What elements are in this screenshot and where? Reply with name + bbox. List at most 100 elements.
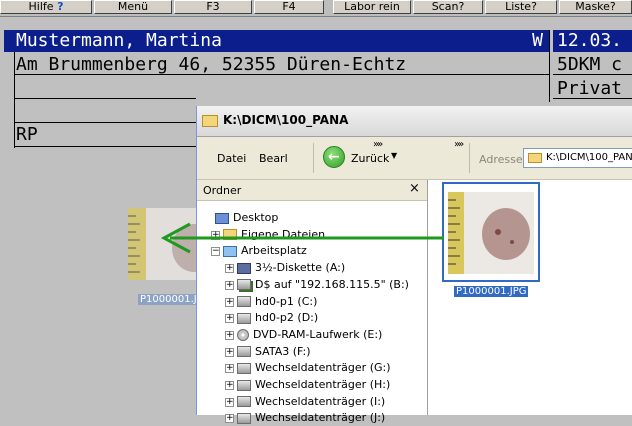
tree-item[interactable]: D$ auf "192.168.115.5" (B:) [237, 277, 409, 293]
window-title: K:\DICM\100_PANA [223, 113, 349, 127]
liste-label: Liste? [505, 0, 537, 13]
tree-item[interactable]: Eigene Dateien [223, 227, 325, 243]
scan-label: Scan? [431, 0, 465, 13]
tree-expander-icon[interactable]: + [225, 297, 234, 307]
empty-field-line-2 [14, 122, 196, 123]
file-list-pane: P1000001.JPG [428, 180, 632, 415]
menu-button[interactable]: Menü [94, 0, 172, 14]
tree-expander-icon[interactable]: + [225, 381, 234, 390]
address-underline [14, 74, 549, 75]
left-border [14, 52, 15, 148]
address-input[interactable]: K:\DICM\100_PANA [523, 148, 632, 168]
help-button[interactable]: Hilfe ? [0, 0, 92, 14]
tree-expander-icon[interactable]: + [211, 230, 220, 240]
tree-expander-icon[interactable]: + [225, 364, 234, 374]
drive-icon [237, 362, 251, 374]
drive-icon [237, 396, 251, 408]
bearbeiten-menu[interactable]: Bearl [259, 152, 288, 165]
toolbar-overflow-chevron-icon[interactable]: »» [454, 139, 464, 150]
tree-item[interactable]: Arbeitsplatz [223, 243, 307, 259]
f3-button[interactable]: F3 [174, 0, 252, 14]
patient-address: Am Brummenberg 46, 52355 Düren-Echtz [16, 54, 407, 75]
maske-label: Maske? [575, 0, 616, 13]
date-value: 12.03. [557, 30, 623, 51]
photo-thumbnail-icon [448, 192, 534, 274]
patient-name-bar[interactable]: Mustermann, Martina W [4, 30, 549, 52]
scan-button[interactable]: Scan? [413, 0, 483, 14]
tree-expander-icon[interactable]: + [225, 330, 234, 340]
tree-item[interactable]: hd0-p2 (D:) [237, 310, 318, 326]
tree-item[interactable]: Wechseldatenträger (I:) [237, 394, 385, 410]
column-divider [549, 30, 550, 102]
network-drive-icon [237, 279, 251, 291]
drive-icon [237, 312, 251, 324]
toolbar-separator-2 [469, 143, 470, 173]
tree-item[interactable]: SATA3 (F:) [237, 344, 311, 360]
tree-item-label: Wechseldatenträger (H:) [255, 378, 391, 391]
tree-item-label: Eigene Dateien [241, 227, 326, 241]
back-button[interactable]: ← Zurück ▼ [323, 146, 403, 170]
tree-expander-icon[interactable]: − [211, 247, 220, 257]
tree-item-label: D$ auf "192.168.115.5" (B:) [255, 277, 409, 291]
rp-underline [14, 146, 196, 147]
gender-flag: W [532, 30, 543, 51]
menu-label: Menü [117, 0, 149, 13]
floppy-icon [237, 262, 251, 274]
tree-item-label: SATA3 (F:) [255, 344, 311, 358]
tree-item[interactable]: hd0-p1 (C:) [237, 294, 317, 310]
f4-label: F4 [282, 0, 296, 13]
rp-field-label: RP [16, 124, 38, 145]
back-label: Zurück [351, 152, 390, 165]
tree-expander-icon[interactable]: + [225, 397, 234, 407]
address-value: K:\DICM\100_PANA [546, 152, 632, 163]
drive-icon [237, 346, 251, 358]
folder-pane-title: Ordner [203, 184, 242, 197]
tree-expander-icon[interactable]: + [225, 280, 234, 290]
close-icon[interactable]: × [409, 181, 420, 196]
tree-expander-icon[interactable]: + [225, 347, 234, 357]
tree-item[interactable]: Desktop [215, 210, 278, 226]
insurance-underline [553, 98, 632, 99]
folder-tree-pane: Ordner × Desktop + Eigene Dateien − Arbeitsp… [197, 180, 428, 424]
file-thumbnail[interactable] [442, 182, 540, 282]
drive-icon [237, 296, 251, 307]
patient-code: 5DKM c [557, 54, 623, 75]
empty-field-line [14, 98, 196, 99]
tree-item-label: Arbeitsplatz [241, 244, 307, 258]
dvd-icon [237, 328, 249, 341]
tree-expander-icon[interactable]: + [225, 314, 234, 324]
liste-button[interactable]: Liste? [485, 0, 557, 14]
folder-icon [202, 115, 218, 127]
f4-button[interactable]: F4 [254, 0, 324, 14]
tree-expander-icon[interactable]: + [225, 264, 234, 274]
tree-item[interactable]: Wechseldatenträger (G:) [237, 360, 391, 376]
patient-name: Mustermann, Martina [16, 30, 222, 51]
tree-item-label: Wechseldatenträger (I:) [255, 394, 386, 408]
tree-item[interactable]: Wechseldatenträger (H:) [237, 377, 390, 393]
file-name-label[interactable]: P1000001.JPG [454, 286, 529, 297]
folder-pane-header: Ordner × [197, 180, 427, 201]
folder-icon [223, 229, 237, 241]
insurance-type: Privat [557, 78, 623, 99]
maske-button[interactable]: Maske? [559, 0, 632, 14]
f3-label: F3 [206, 0, 220, 13]
help-label: Hilfe [28, 0, 54, 13]
explorer-title-bar[interactable]: K:\DICM\100_PANA [197, 106, 632, 137]
tree-item[interactable]: Wechseldatenträger (J:) [237, 410, 385, 426]
question-mark-icon: ? [57, 0, 64, 13]
date-field[interactable]: 12.03. [553, 30, 632, 52]
labor-rein-button[interactable]: Labor rein [333, 0, 411, 14]
tree-expander-icon[interactable]: + [225, 414, 234, 424]
tree-item-label: Desktop [233, 211, 279, 224]
address-folder-icon [528, 153, 542, 163]
tree-item[interactable]: 3½-Diskette (A:) [237, 260, 345, 276]
datei-menu[interactable]: Datei [217, 152, 246, 165]
function-key-bar: Hilfe ? Menü F3 F4 Labor rein Scan? List… [0, 0, 632, 17]
dropdown-arrow-icon[interactable]: ▼ [391, 151, 397, 160]
address-label: Adresse [479, 153, 523, 166]
explorer-window: K:\DICM\100_PANA »» Datei Bearl »» ← Zur… [196, 106, 632, 424]
toolbar-separator [313, 143, 314, 173]
tree-item[interactable]: DVD-RAM-Laufwerk (E:) [237, 327, 382, 343]
computer-icon [223, 245, 237, 257]
tree-item-label: 3½-Diskette (A:) [255, 261, 346, 275]
